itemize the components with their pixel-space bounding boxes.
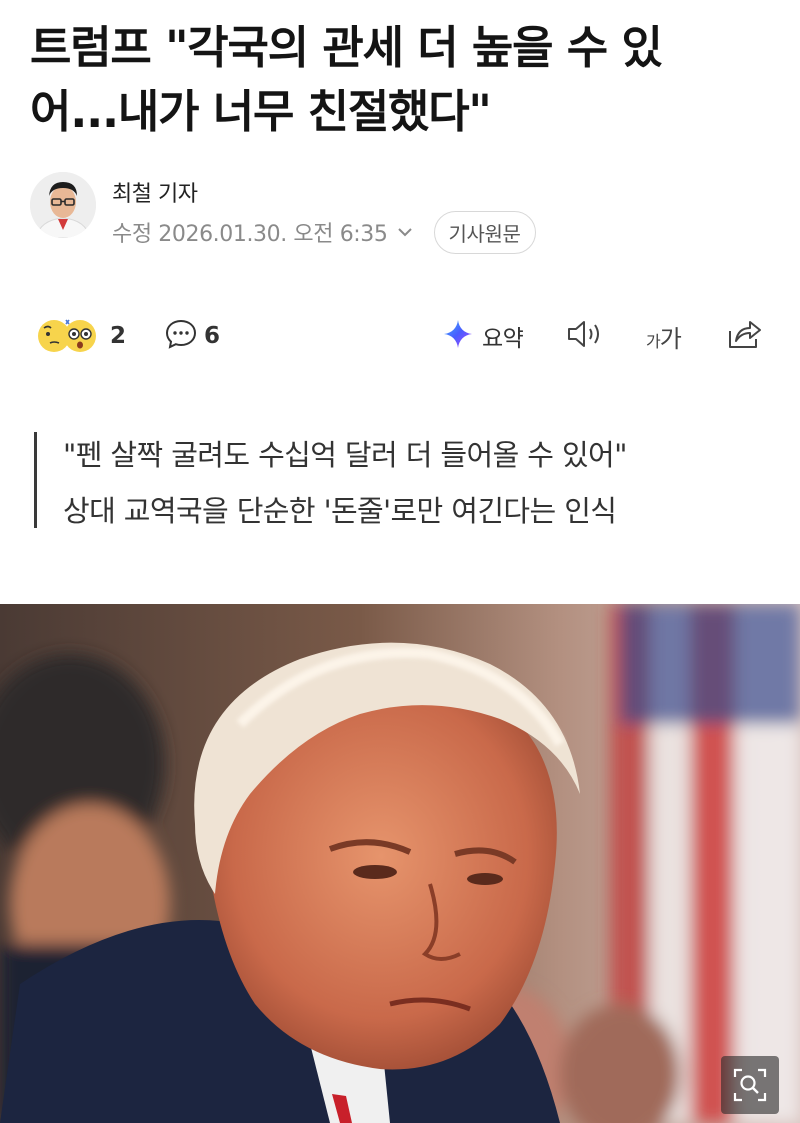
article-subheadline: "펜 살짝 굴려도 수십억 달러 더 들어올 수 있어" 상대 교역국을 단순한… — [34, 432, 757, 528]
reporter-photo — [30, 172, 96, 238]
reaction-count: 2 — [110, 323, 127, 349]
tts-button[interactable] — [566, 310, 606, 362]
byline: 최철 기자 수정 2026.01.30. 오전 6:35 기사원문 — [30, 172, 770, 254]
subheadline-line-1: "펜 살짝 굴려도 수십억 달러 더 들어올 수 있어" — [63, 438, 627, 472]
article-timestamp: 수정 2026.01.30. 오전 6:35 — [112, 222, 388, 247]
share-button[interactable] — [726, 310, 764, 362]
headline-line-1: 트럼프 "각국의 관세 더 높을 수 있 — [30, 21, 663, 74]
meta-row: 수정 2026.01.30. 오전 6:35 기사원문 — [112, 210, 536, 254]
font-size-large-label: 가 — [659, 324, 682, 353]
article-photo[interactable] — [0, 604, 800, 1123]
font-size-small-label: 가 — [646, 331, 661, 351]
font-size-icon: 가가 — [646, 319, 682, 354]
original-article-button[interactable]: 기사원문 — [433, 210, 536, 254]
comment-count: 6 — [204, 323, 221, 349]
ai-summary-sparkle-icon — [442, 318, 474, 354]
zoom-magnifier-icon[interactable] — [721, 1056, 779, 1114]
comment-button[interactable]: 6 — [164, 310, 220, 362]
action-bar: 2 6 요약 가가 — [36, 310, 766, 362]
article-photo-image — [0, 604, 800, 1123]
reaction-button[interactable]: 2 — [36, 310, 126, 362]
summary-button[interactable]: 요약 — [442, 310, 524, 362]
share-icon — [726, 317, 764, 355]
headline-line-2: 어...내가 너무 친절했다" — [30, 85, 492, 138]
article-headline: 트럼프 "각국의 관세 더 높을 수 있 어...내가 너무 친절했다" — [30, 16, 775, 144]
chevron-down-icon[interactable] — [396, 223, 414, 241]
reporter-name[interactable]: 최철 기자 — [112, 176, 198, 208]
reporter-avatar[interactable] — [30, 172, 96, 238]
speaker-icon — [566, 317, 606, 355]
summary-label: 요약 — [482, 326, 524, 352]
subheadline-line-2: 상대 교역국을 단순한 '돈줄'로만 여긴다는 인식 — [63, 494, 617, 528]
font-size-button[interactable]: 가가 — [646, 310, 682, 362]
comment-icon — [164, 317, 198, 355]
emoji-reaction-icon — [36, 314, 100, 358]
